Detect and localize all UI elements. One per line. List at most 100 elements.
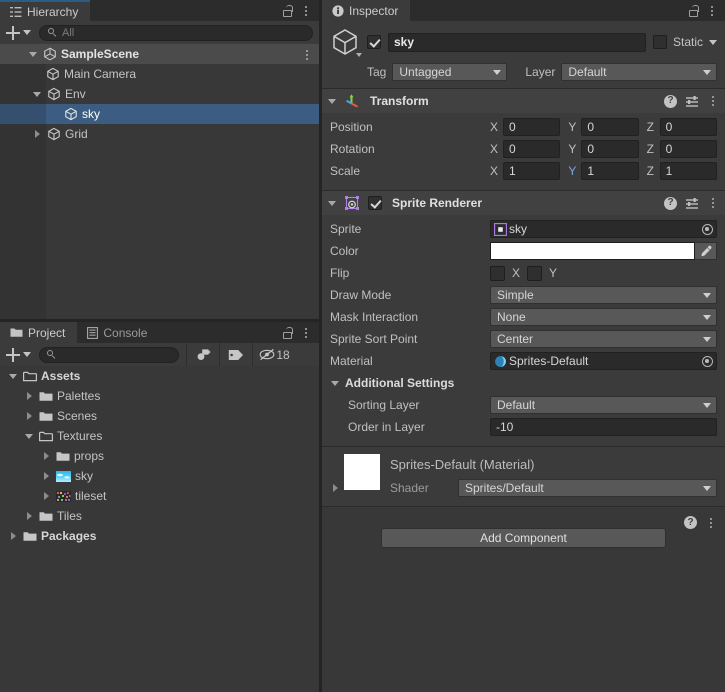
gameobject-name-input[interactable]: sky: [388, 32, 646, 52]
chevron-down-icon[interactable]: [32, 89, 43, 100]
draw-mode-dropdown[interactable]: Simple: [490, 286, 717, 304]
project-row-props[interactable]: props: [0, 446, 319, 466]
chevron-down-icon[interactable]: [327, 96, 338, 107]
chevron-down-icon[interactable]: [24, 431, 35, 442]
hierarchy-row-main-camera[interactable]: Main Camera: [0, 64, 319, 84]
lock-icon[interactable]: [283, 326, 294, 339]
project-row-assets[interactable]: Assets: [0, 366, 319, 386]
chevron-right-icon[interactable]: [24, 391, 35, 402]
create-asset-button[interactable]: [6, 347, 31, 362]
search-by-type-icon[interactable]: [186, 343, 219, 366]
hierarchy-row-env[interactable]: Env: [0, 84, 319, 104]
chevron-down-icon[interactable]: [709, 39, 717, 45]
inspector-menu-icon[interactable]: [706, 4, 718, 17]
hierarchy-menu-icon[interactable]: [300, 4, 312, 17]
sprite-renderer-menu-icon[interactable]: [707, 197, 719, 210]
plus-icon: [6, 347, 20, 362]
rotation-x-input[interactable]: 0: [503, 140, 561, 158]
help-icon[interactable]: ?: [664, 94, 677, 108]
hierarchy-row-sky[interactable]: sky: [0, 104, 319, 124]
search-by-label-icon[interactable]: [219, 343, 252, 366]
preset-icon[interactable]: [685, 95, 699, 108]
chevron-right-icon[interactable]: [41, 471, 52, 482]
chevron-right-icon[interactable]: [24, 511, 35, 522]
shader-dropdown[interactable]: Sprites/Default: [458, 479, 717, 497]
hidden-items-toggle[interactable]: 18: [252, 343, 296, 366]
transform-header[interactable]: Transform ?: [322, 89, 725, 113]
project-toolbar: 18: [0, 343, 319, 366]
project-row-tileset[interactable]: tileset: [0, 486, 319, 506]
lock-icon[interactable]: [689, 4, 700, 17]
sprite-object-field[interactable]: sky: [490, 220, 717, 238]
scale-y-input[interactable]: 1: [581, 162, 639, 180]
project-row-sky[interactable]: sky: [0, 466, 319, 486]
mask-interaction-dropdown[interactable]: None: [490, 308, 717, 326]
flip-x-checkbox[interactable]: [490, 265, 505, 281]
rotation-label: Rotation: [330, 142, 375, 156]
project-row-palettes[interactable]: Palettes: [0, 386, 319, 406]
axis-y-label: Y: [568, 142, 577, 156]
tab-hierarchy[interactable]: Hierarchy: [0, 0, 91, 21]
chevron-right-icon[interactable]: [330, 483, 341, 494]
rotation-z-input[interactable]: 0: [659, 140, 717, 158]
chevron-right-icon[interactable]: [8, 531, 19, 542]
gameobject-enabled-checkbox[interactable]: [367, 35, 381, 49]
rotation-y-input[interactable]: 0: [581, 140, 639, 158]
project-row-tiles[interactable]: Tiles: [0, 506, 319, 526]
transform-menu-icon[interactable]: [707, 95, 719, 108]
position-y-input[interactable]: 0: [581, 118, 639, 136]
add-component-button[interactable]: Add Component: [381, 528, 666, 548]
sprite-renderer-header[interactable]: Sprite Renderer ?: [322, 191, 725, 215]
color-field[interactable]: [490, 242, 717, 260]
position-x-input[interactable]: 0: [503, 118, 561, 136]
project-row-scenes[interactable]: Scenes: [0, 406, 319, 426]
hierarchy-search-input[interactable]: All: [39, 24, 313, 41]
sprite-sort-point-dropdown[interactable]: Center: [490, 330, 717, 348]
chevron-right-icon[interactable]: [41, 451, 52, 462]
lock-icon[interactable]: [283, 4, 294, 17]
static-toggle[interactable]: Static: [652, 35, 717, 49]
create-gameobject-button[interactable]: [6, 25, 31, 40]
tag-dropdown[interactable]: Untagged: [392, 63, 508, 81]
material-picker-button[interactable]: [699, 353, 715, 369]
axis-y-label[interactable]: Y: [568, 164, 577, 178]
sorting-layer-dropdown[interactable]: Default: [490, 396, 717, 414]
chevron-down-icon[interactable]: [330, 378, 341, 389]
project-menu-icon[interactable]: [300, 326, 312, 339]
gameobject-cube-icon[interactable]: [330, 27, 362, 57]
order-in-layer-input[interactable]: -10: [490, 418, 717, 436]
chevron-down-icon[interactable]: [28, 49, 39, 60]
chevron-right-icon[interactable]: [32, 129, 43, 140]
chevron-down-icon: [493, 69, 502, 75]
layer-dropdown[interactable]: Default: [561, 63, 717, 81]
sprite-renderer-enabled-checkbox[interactable]: [368, 196, 382, 210]
help-icon[interactable]: ?: [664, 196, 677, 210]
material-foldout[interactable]: [330, 454, 344, 498]
hierarchy-row-grid[interactable]: Grid: [0, 124, 319, 144]
chevron-right-icon[interactable]: [24, 411, 35, 422]
project-search-input[interactable]: [39, 346, 179, 363]
tab-console[interactable]: Console: [77, 322, 160, 343]
scale-x-input[interactable]: 1: [503, 162, 561, 180]
scale-z-input[interactable]: 1: [659, 162, 717, 180]
hierarchy-row-samplescene[interactable]: SampleScene: [0, 44, 319, 64]
help-icon[interactable]: ?: [684, 516, 697, 529]
tab-inspector[interactable]: Inspector: [322, 0, 411, 21]
scene-menu-icon[interactable]: [301, 48, 313, 61]
position-z-input[interactable]: 0: [659, 118, 717, 136]
material-object-field[interactable]: Sprites-Default: [490, 352, 717, 370]
chevron-down-icon[interactable]: [327, 198, 338, 209]
flip-y-checkbox[interactable]: [527, 265, 543, 281]
additional-settings-foldout[interactable]: Additional Settings: [330, 373, 717, 393]
static-checkbox[interactable]: [652, 35, 667, 49]
project-row-textures[interactable]: Textures: [0, 426, 319, 446]
sprite-picker-button[interactable]: [699, 221, 715, 237]
chevron-down-icon[interactable]: [8, 371, 19, 382]
project-row-packages[interactable]: Packages: [0, 526, 319, 546]
tab-project[interactable]: Project: [0, 322, 78, 343]
preset-icon[interactable]: [685, 197, 699, 210]
chevron-right-icon[interactable]: [41, 491, 52, 502]
color-swatch[interactable]: [490, 242, 695, 260]
material-menu-icon[interactable]: [705, 516, 717, 529]
eyedropper-icon[interactable]: [695, 242, 717, 260]
